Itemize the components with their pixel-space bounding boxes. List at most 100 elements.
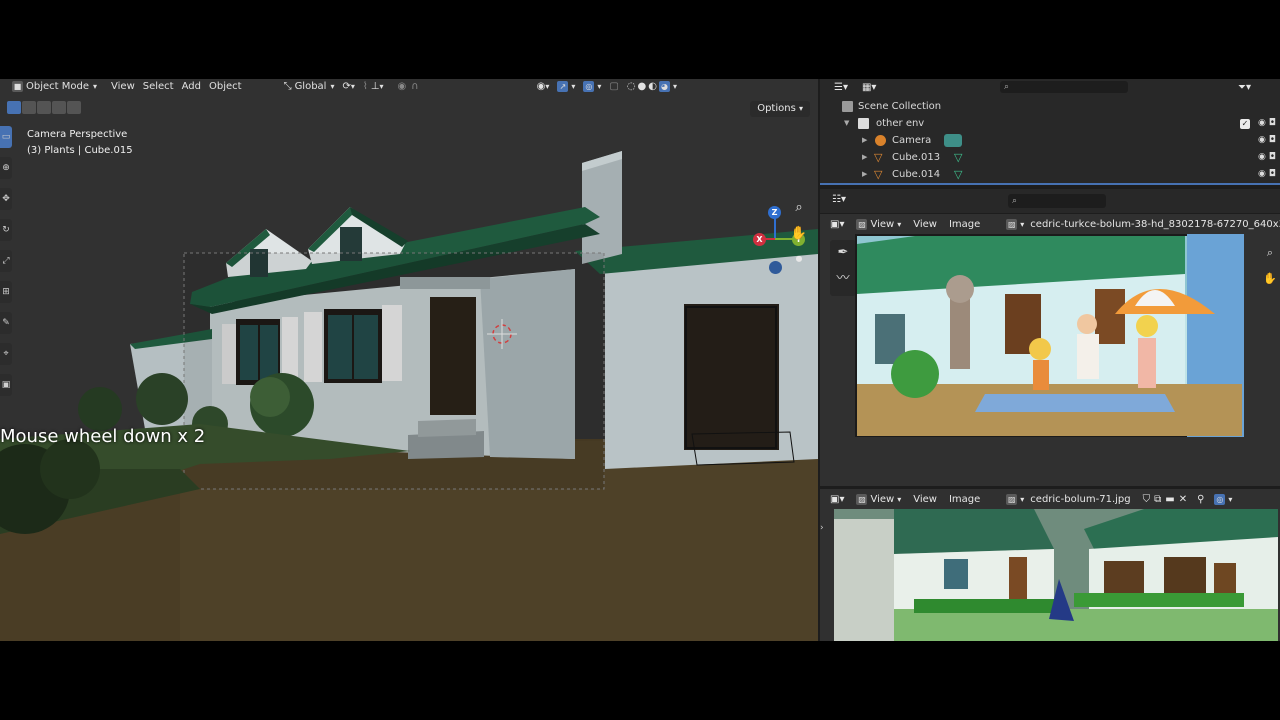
- overlay-toggle[interactable]: ◎ ▾: [583, 79, 601, 93]
- editor-type-icon[interactable]: ☰▾: [834, 82, 848, 93]
- unlink-image-icon[interactable]: ✕: [1179, 492, 1187, 506]
- scene-render[interactable]: [0, 79, 818, 641]
- select-box-tool-icon[interactable]: ▭: [0, 126, 12, 148]
- menu-image[interactable]: Image: [949, 217, 980, 231]
- view-mode-dropdown[interactable]: ▨ View ▾: [856, 217, 901, 231]
- pan-hand-icon[interactable]: ✋: [1262, 272, 1278, 288]
- select-intersect-icon[interactable]: [67, 101, 81, 114]
- image-browse-button[interactable]: ▨ ▾: [1006, 492, 1024, 506]
- duplicate-image-icon[interactable]: ⧉: [1154, 492, 1161, 506]
- editor-type-icon[interactable]: ▣▾: [830, 217, 844, 231]
- fake-user-icon[interactable]: ⛉: [1143, 492, 1151, 506]
- eye-icon[interactable]: ◉ ◘: [1258, 115, 1276, 132]
- camera-view-icon[interactable]: ⏺: [789, 250, 809, 270]
- image-tool-shelf: ✒ 〰: [830, 240, 856, 296]
- snap-button[interactable]: ⌇ ⊥ ▾: [363, 79, 384, 93]
- annotate-icon[interactable]: 〰: [830, 266, 856, 292]
- menu-select[interactable]: Select: [143, 79, 174, 93]
- annotate-tool-icon[interactable]: ✎: [0, 312, 12, 334]
- editor-type-icon[interactable]: ☷▾: [832, 194, 846, 205]
- menu-add[interactable]: Add: [182, 79, 201, 93]
- pivot-icon: ⟳: [342, 80, 351, 92]
- pivot-button[interactable]: ⟳ ▾: [342, 79, 354, 93]
- proportional-edit-button[interactable]: ◉ ∩: [398, 79, 419, 93]
- menu-view[interactable]: View: [913, 492, 937, 506]
- eye-icon[interactable]: ◉ ◘: [1258, 166, 1276, 183]
- pan-hand-icon[interactable]: ✋: [789, 224, 809, 244]
- image-editor-top[interactable]: ▣▾ ▨ View ▾ View Image ▨ ▾ cedric-turkce-bo…: [820, 214, 1280, 486]
- scale-tool-icon[interactable]: ⤢: [0, 250, 12, 272]
- outliner[interactable]: ☰▾ ▦▾ ⏷▾ ⌕ Scene Collection ▼ other env …: [820, 79, 1280, 185]
- options-button[interactable]: Options ▾: [750, 101, 810, 117]
- menu-image[interactable]: Image: [949, 492, 980, 506]
- menu-view[interactable]: View: [913, 217, 937, 231]
- reference-image-cartoon[interactable]: [855, 234, 1244, 437]
- add-cube-tool-icon[interactable]: ▣: [0, 374, 12, 396]
- transform-tool-icon[interactable]: ⊞: [0, 281, 12, 303]
- material-shading-icon: ◐: [648, 80, 658, 92]
- gizmo-z-axis[interactable]: Z: [768, 206, 781, 219]
- tree-row-cube-014[interactable]: ▶ ▽ Cube.014 ▽ ◉ ◘: [820, 166, 1280, 183]
- menu-label: View: [870, 493, 895, 505]
- search-icon: ⌕: [1012, 196, 1018, 206]
- mesh-object-icon: ▽: [874, 151, 883, 164]
- display-mode-icon[interactable]: ▦▾: [862, 82, 876, 93]
- visibility-button[interactable]: ◉ ▾: [537, 79, 550, 93]
- proportional-edit-icon: ◉: [397, 80, 407, 92]
- mode-selector[interactable]: ■ Object Mode ▾: [12, 79, 97, 93]
- gizmo-x-axis[interactable]: X: [753, 233, 766, 246]
- menu-object[interactable]: Object: [209, 79, 242, 93]
- menu-label: Image: [948, 218, 981, 230]
- editor-type-icon[interactable]: ▣▾: [830, 492, 844, 506]
- sample-eyedropper-icon[interactable]: ✒: [830, 240, 856, 266]
- zoom-icon[interactable]: ⌕: [789, 198, 809, 218]
- overlay-toggle[interactable]: ◎ ▾: [1214, 492, 1232, 506]
- collapse-toolbar-arrow-icon[interactable]: ›: [820, 523, 824, 533]
- pin-icon[interactable]: ⚲: [1197, 492, 1204, 506]
- filter-icon[interactable]: ⏷▾: [1238, 82, 1251, 93]
- image-browse-button[interactable]: ▨ ▾: [1006, 217, 1024, 231]
- open-image-icon[interactable]: ▬: [1165, 492, 1174, 506]
- eye-icon[interactable]: ◉ ◘: [1258, 149, 1276, 166]
- gizmo-neg-z-axis[interactable]: [769, 261, 782, 274]
- shading-modes[interactable]: ◌ ● ◐ ◕ ▾: [627, 79, 677, 93]
- select-new-icon[interactable]: [7, 101, 21, 114]
- tree-row-cube-013[interactable]: ▶ ▽ Cube.013 ▽ ◉ ◘: [820, 149, 1280, 166]
- tree-label: Camera: [892, 135, 932, 146]
- reference-image-house[interactable]: [834, 509, 1278, 641]
- viewport-header: ■ Object Mode ▾ View Select Add Object ⤡…: [0, 79, 818, 93]
- zoom-icon[interactable]: ⌕: [1262, 246, 1278, 262]
- camera-data-icon: [944, 134, 962, 147]
- tree-row-camera[interactable]: ▶ Camera ◉ ◘: [820, 132, 1280, 149]
- image-editor-bottom[interactable]: ▣▾ ▨ View ▾ View Image ▨ ▾ cedric-bolum-71.…: [820, 489, 1280, 641]
- xray-toggle[interactable]: ▢: [609, 79, 618, 93]
- exclude-checkbox[interactable]: ✓: [1240, 119, 1250, 129]
- transform-orientation[interactable]: ⤡ Global ▾: [284, 79, 335, 93]
- expand-arrow-icon[interactable]: ▶: [862, 149, 867, 166]
- menu-view[interactable]: View: [111, 79, 135, 93]
- image-name-field[interactable]: cedric-turkce-bolum-38-hd_8302178-67270_…: [1030, 217, 1280, 231]
- menu-label: View: [870, 218, 895, 230]
- tree-row-scene-collection[interactable]: Scene Collection: [820, 98, 1280, 115]
- outliner-search-input[interactable]: ⌕: [1000, 81, 1128, 93]
- expand-arrow-icon[interactable]: ▼: [844, 115, 849, 132]
- select-subtract-icon[interactable]: [37, 101, 51, 114]
- eye-icon[interactable]: ◉ ◘: [1258, 132, 1276, 149]
- gizmo-toggle[interactable]: ↗ ▾: [557, 79, 575, 93]
- measure-tool-icon[interactable]: ⌖: [0, 343, 12, 365]
- image-view-icon: ▨: [856, 218, 868, 230]
- tree-row-other-env[interactable]: ▼ other env ✓ ◉ ◘: [820, 115, 1280, 132]
- image-browse-icon: ▨: [1006, 493, 1018, 505]
- image-name-field[interactable]: cedric-bolum-71.jpg: [1030, 492, 1130, 506]
- cursor-tool-icon[interactable]: ⊕: [0, 157, 12, 179]
- view-mode-dropdown[interactable]: ▨ View ▾: [856, 492, 901, 506]
- select-extend-icon[interactable]: [22, 101, 36, 114]
- outliner-scrollbar[interactable]: [820, 183, 1280, 185]
- move-tool-icon[interactable]: ✥: [0, 188, 12, 210]
- 3d-viewport[interactable]: ■ Object Mode ▾ View Select Add Object ⤡…: [0, 79, 818, 641]
- select-invert-icon[interactable]: [52, 101, 66, 114]
- expand-arrow-icon[interactable]: ▶: [862, 166, 867, 183]
- expand-arrow-icon[interactable]: ▶: [862, 132, 867, 149]
- properties-search-input[interactable]: ⌕: [1008, 194, 1106, 208]
- rotate-tool-icon[interactable]: ↻: [0, 219, 12, 241]
